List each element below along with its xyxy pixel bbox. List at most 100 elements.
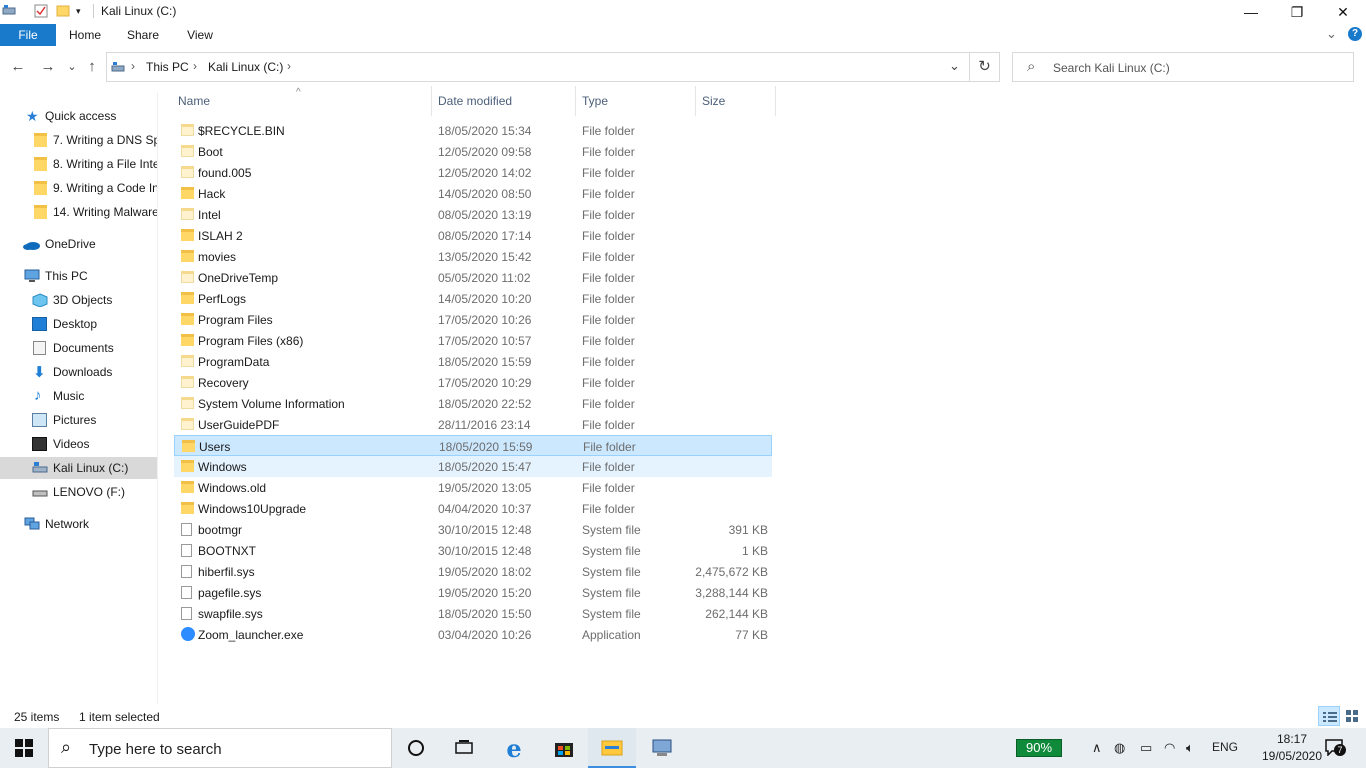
sidebar-item-pictures[interactable]: Pictures bbox=[0, 409, 157, 431]
language-indicator[interactable]: ENG bbox=[1212, 740, 1238, 754]
sidebar-item-label: 3D Objects bbox=[53, 293, 113, 307]
file-row[interactable]: pagefile.sys 19/05/2020 15:20 System file 3… bbox=[174, 582, 772, 603]
sidebar-item-lenovo-drive[interactable]: LENOVO (F:) bbox=[0, 481, 157, 503]
file-row[interactable]: ISLAH 2 08/05/2020 17:14 File folder bbox=[174, 225, 772, 246]
maximize-button[interactable]: ❐ bbox=[1274, 0, 1320, 24]
address-bar[interactable]: › This PC › Kali Linux (C:) › ⌄ bbox=[106, 52, 970, 82]
start-button[interactable] bbox=[0, 728, 48, 768]
file-row[interactable]: Intel 08/05/2020 13:19 File folder bbox=[174, 204, 772, 225]
breadcrumb-drive[interactable]: Kali Linux (C:) bbox=[208, 60, 283, 74]
store-app[interactable] bbox=[540, 728, 588, 768]
column-header-date[interactable]: Date modified bbox=[434, 86, 576, 116]
sidebar-item-kali-drive[interactable]: Kali Linux (C:) bbox=[0, 457, 157, 479]
file-name: hiberfil.sys bbox=[198, 565, 255, 579]
battery-tray-icon[interactable]: ▭ bbox=[1140, 740, 1152, 756]
tab-home[interactable]: Home bbox=[56, 24, 114, 46]
tab-share[interactable]: Share bbox=[114, 24, 172, 46]
cortana-button[interactable] bbox=[392, 728, 440, 768]
file-row[interactable]: System Volume Information 18/05/2020 22:5… bbox=[174, 393, 772, 414]
sidebar-item-this-pc[interactable]: This PC bbox=[0, 265, 157, 287]
tab-file[interactable]: File bbox=[0, 24, 56, 46]
onedrive-tray-icon[interactable]: ◍ bbox=[1114, 740, 1125, 756]
file-row[interactable]: Recovery 17/05/2020 10:29 File folder bbox=[174, 372, 772, 393]
recent-locations-button[interactable]: ⌄ bbox=[62, 60, 82, 78]
file-row[interactable]: bootmgr 30/10/2015 12:48 System file 391 KB bbox=[174, 519, 772, 540]
new-folder-icon[interactable] bbox=[56, 4, 70, 18]
show-hidden-icons[interactable]: ∧ bbox=[1092, 740, 1102, 756]
expand-ribbon-icon[interactable]: ⌄ bbox=[1326, 26, 1337, 42]
wifi-icon[interactable]: ◠ bbox=[1164, 740, 1175, 756]
taskbar-search[interactable]: ⌕ bbox=[48, 728, 392, 768]
properties-icon[interactable] bbox=[34, 4, 48, 18]
file-row[interactable]: swapfile.sys 18/05/2020 15:50 System file 2… bbox=[174, 603, 772, 624]
column-header-label: Name bbox=[178, 94, 211, 108]
forward-button[interactable]: → bbox=[38, 58, 58, 76]
file-row[interactable]: Windows 18/05/2020 15:47 File folder bbox=[174, 456, 772, 477]
breadcrumb-separator[interactable]: › bbox=[193, 59, 197, 73]
close-button[interactable]: ✕ bbox=[1320, 0, 1366, 24]
item-count: 25 items bbox=[14, 710, 60, 724]
file-row[interactable]: Zoom_launcher.exe 03/04/2020 10:26 Applica… bbox=[174, 624, 772, 645]
sidebar-item-pinned[interactable]: 9. Writing a Code In bbox=[0, 177, 157, 199]
sidebar-item-network[interactable]: Network bbox=[0, 513, 157, 535]
file-row[interactable]: BOOTNXT 30/10/2015 12:48 System file 1 KB bbox=[174, 540, 772, 561]
sidebar-item-downloads[interactable]: ⬇ Downloads bbox=[0, 361, 157, 383]
file-row[interactable]: Users 18/05/2020 15:59 File folder bbox=[174, 435, 772, 456]
file-row[interactable]: Windows10Upgrade 04/04/2020 10:37 File fol… bbox=[174, 498, 772, 519]
minimize-button[interactable]: — bbox=[1228, 0, 1274, 24]
customize-qa-icon[interactable]: ▾ bbox=[76, 6, 90, 20]
file-row[interactable]: $RECYCLE.BIN 18/05/2020 15:34 File folder bbox=[174, 120, 772, 141]
sidebar-item-pinned[interactable]: 14. Writing Malware bbox=[0, 201, 157, 223]
file-row[interactable]: UserGuidePDF 28/11/2016 23:14 File folder bbox=[174, 414, 772, 435]
breadcrumb-separator[interactable]: › bbox=[131, 59, 135, 73]
file-date-modified: 03/04/2020 10:26 bbox=[438, 628, 532, 642]
notification-center[interactable]: 7 bbox=[1324, 738, 1346, 758]
file-row[interactable]: Program Files (x86) 17/05/2020 10:57 File … bbox=[174, 330, 772, 351]
file-name: UserGuidePDF bbox=[198, 418, 280, 432]
file-row[interactable]: movies 13/05/2020 15:42 File folder bbox=[174, 246, 772, 267]
column-header-size[interactable]: Size bbox=[698, 86, 776, 116]
task-view-button[interactable] bbox=[440, 728, 488, 768]
file-row[interactable]: PerfLogs 14/05/2020 10:20 File folder bbox=[174, 288, 772, 309]
refresh-button[interactable]: ↻ bbox=[970, 52, 1000, 82]
volume-icon[interactable]: 🔈︎ bbox=[1186, 740, 1194, 756]
search-input[interactable] bbox=[1053, 59, 1343, 77]
taskbar-search-input[interactable] bbox=[89, 739, 379, 759]
clock-date[interactable]: 19/05/2020 bbox=[1254, 749, 1330, 763]
sidebar-item-pinned[interactable]: 7. Writing a DNS Sp bbox=[0, 129, 157, 151]
file-row[interactable]: Boot 12/05/2020 09:58 File folder bbox=[174, 141, 772, 162]
column-header-type[interactable]: Type bbox=[578, 86, 696, 116]
sidebar-item-3d-objects[interactable]: 3D Objects bbox=[0, 289, 157, 311]
address-dropdown-icon[interactable]: ⌄ bbox=[949, 58, 960, 74]
file-row[interactable]: hiberfil.sys 19/05/2020 18:02 System file 2… bbox=[174, 561, 772, 582]
remote-desktop-app[interactable] bbox=[638, 728, 686, 768]
sidebar-item-pinned[interactable]: 8. Writing a File Inte bbox=[0, 153, 157, 175]
file-row[interactable]: Program Files 17/05/2020 10:26 File folder bbox=[174, 309, 772, 330]
file-type: File folder bbox=[582, 124, 635, 138]
breadcrumb-this-pc[interactable]: This PC bbox=[146, 60, 189, 74]
sidebar-item-music[interactable]: ♪ Music bbox=[0, 385, 157, 407]
up-button[interactable]: ↑ bbox=[82, 58, 102, 76]
help-icon[interactable]: ? bbox=[1348, 27, 1362, 41]
file-row[interactable]: ProgramData 18/05/2020 15:59 File folder bbox=[174, 351, 772, 372]
sidebar-item-videos[interactable]: Videos bbox=[0, 433, 157, 455]
edge-app[interactable]: e bbox=[490, 728, 538, 768]
large-icons-view-button[interactable] bbox=[1344, 708, 1360, 724]
breadcrumb-separator[interactable]: › bbox=[287, 59, 291, 73]
back-button[interactable]: ← bbox=[8, 58, 28, 76]
file-row[interactable]: OneDriveTemp 05/05/2020 11:02 File folder bbox=[174, 267, 772, 288]
details-view-button[interactable] bbox=[1318, 706, 1340, 726]
search-box[interactable]: ⌕ bbox=[1012, 52, 1354, 82]
sidebar-item-documents[interactable]: Documents bbox=[0, 337, 157, 359]
file-row[interactable]: Windows.old 19/05/2020 13:05 File folder bbox=[174, 477, 772, 498]
battery-indicator[interactable]: 90% bbox=[1016, 739, 1062, 757]
sidebar-item-desktop[interactable]: Desktop bbox=[0, 313, 157, 335]
sidebar-item-onedrive[interactable]: OneDrive bbox=[0, 233, 157, 255]
tab-view[interactable]: View bbox=[172, 24, 228, 46]
file-explorer-app[interactable] bbox=[588, 728, 636, 768]
sidebar-item-quick-access[interactable]: ★ Quick access bbox=[0, 105, 157, 127]
clock-time[interactable]: 18:17 bbox=[1264, 732, 1320, 746]
column-header-name[interactable]: Name ^ bbox=[174, 86, 432, 116]
file-row[interactable]: Hack 14/05/2020 08:50 File folder bbox=[174, 183, 772, 204]
file-row[interactable]: found.005 12/05/2020 14:02 File folder bbox=[174, 162, 772, 183]
